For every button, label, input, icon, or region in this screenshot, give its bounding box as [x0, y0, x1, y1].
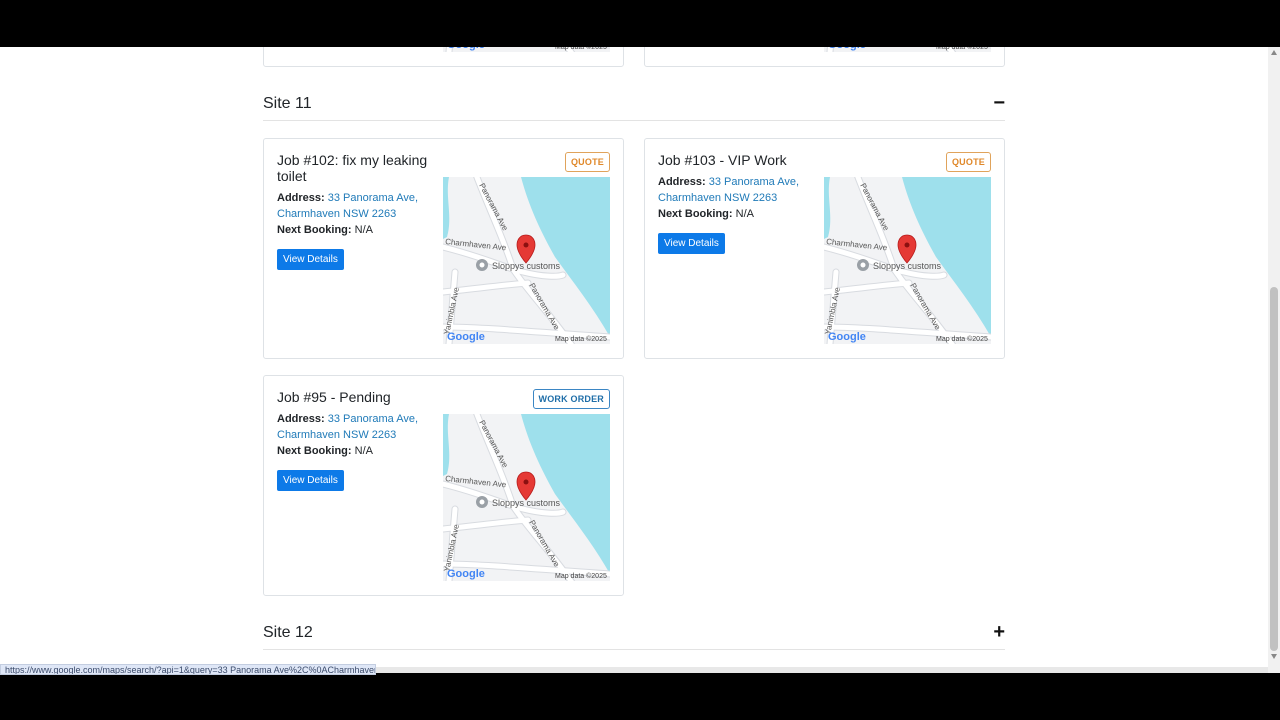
- booking-line: Next Booking: N/A: [277, 222, 437, 238]
- google-logo: Google: [828, 331, 866, 343]
- google-logo: Google: [828, 47, 866, 51]
- address-label: Address:: [277, 413, 325, 425]
- expand-icon[interactable]: +: [993, 622, 1005, 642]
- site-title: Site 11: [263, 95, 312, 112]
- job-type-badge: QUOTE: [945, 152, 991, 172]
- site-title: Site 12: [263, 624, 313, 641]
- booking-label: Next Booking:: [277, 445, 352, 457]
- map-attribution: Map data ©2025: [936, 335, 988, 343]
- scrollbar-thumb[interactable]: [1270, 287, 1278, 651]
- view-details-button[interactable]: View Details: [277, 249, 344, 270]
- site-section-header[interactable]: Site 11 −: [263, 89, 1005, 121]
- collapse-icon[interactable]: −: [993, 93, 1005, 113]
- booking-value: N/A: [354, 224, 373, 236]
- address-line: Address: 33 Panorama Ave, Charmhaven NSW…: [277, 190, 437, 222]
- address-label: Address:: [658, 176, 706, 188]
- view-details-button[interactable]: View Details: [277, 470, 344, 491]
- booking-value: N/A: [354, 445, 373, 457]
- job-title: Job #103 - VIP Work: [658, 152, 787, 168]
- booking-label: Next Booking:: [658, 208, 733, 220]
- job-type-badge: WORK ORDER: [532, 389, 610, 409]
- previous-job-card-left: Panorama AveCharmhaven AvePanorama AveYa…: [263, 47, 624, 67]
- job-title: Job #95 - Pending: [277, 389, 391, 405]
- map-thumbnail[interactable]: Panorama AveCharmhaven AvePanorama AveYa…: [443, 47, 610, 52]
- map-thumbnail[interactable]: Panorama AveCharmhaven AvePanorama AveYa…: [443, 414, 610, 581]
- map-thumbnail[interactable]: Panorama AveCharmhaven AvePanorama AveYa…: [824, 47, 991, 52]
- view-details-button[interactable]: View Details: [658, 233, 725, 254]
- scroll-down-icon[interactable]: [1271, 654, 1277, 659]
- job-card: Job #102: fix my leaking toilet QUOTE Ad…: [263, 138, 624, 359]
- site-section-header[interactable]: Site 12 +: [263, 618, 1005, 650]
- google-logo: Google: [447, 568, 485, 580]
- google-logo: Google: [447, 331, 485, 343]
- map-attribution: Map data ©2025: [936, 47, 988, 51]
- job-type-badge: QUOTE: [564, 152, 610, 172]
- address-line: Address: 33 Panorama Ave, Charmhaven NSW…: [277, 411, 437, 443]
- booking-line: Next Booking: N/A: [658, 206, 818, 222]
- page-viewport: Panorama AveCharmhaven AvePanorama AveYa…: [0, 47, 1280, 673]
- link-status-bar: https://www.google.com/maps/search/?api=…: [0, 664, 376, 675]
- job-title: Job #102: fix my leaking toilet: [277, 152, 428, 184]
- scroll-up-icon[interactable]: [1271, 50, 1277, 55]
- job-card: Job #103 - VIP Work QUOTE Address: 33 Pa…: [644, 138, 1005, 359]
- map-attribution: Map data ©2025: [555, 572, 607, 580]
- map-attribution: Map data ©2025: [555, 47, 607, 51]
- job-card: Job #95 - Pending WORK ORDER Address: 33…: [263, 375, 624, 596]
- address-line: Address: 33 Panorama Ave, Charmhaven NSW…: [658, 174, 818, 206]
- booking-label: Next Booking:: [277, 224, 352, 236]
- map-attribution: Map data ©2025: [555, 335, 607, 343]
- map-thumbnail[interactable]: Panorama AveCharmhaven AvePanorama AveYa…: [824, 177, 991, 344]
- previous-job-card-right: Panorama AveCharmhaven AvePanorama AveYa…: [644, 47, 1005, 67]
- booking-value: N/A: [735, 208, 754, 220]
- address-label: Address:: [277, 192, 325, 204]
- map-thumbnail[interactable]: Panorama AveCharmhaven AvePanorama AveYa…: [443, 177, 610, 344]
- google-logo: Google: [447, 47, 485, 51]
- vertical-scrollbar[interactable]: [1268, 47, 1280, 673]
- booking-line: Next Booking: N/A: [277, 443, 437, 459]
